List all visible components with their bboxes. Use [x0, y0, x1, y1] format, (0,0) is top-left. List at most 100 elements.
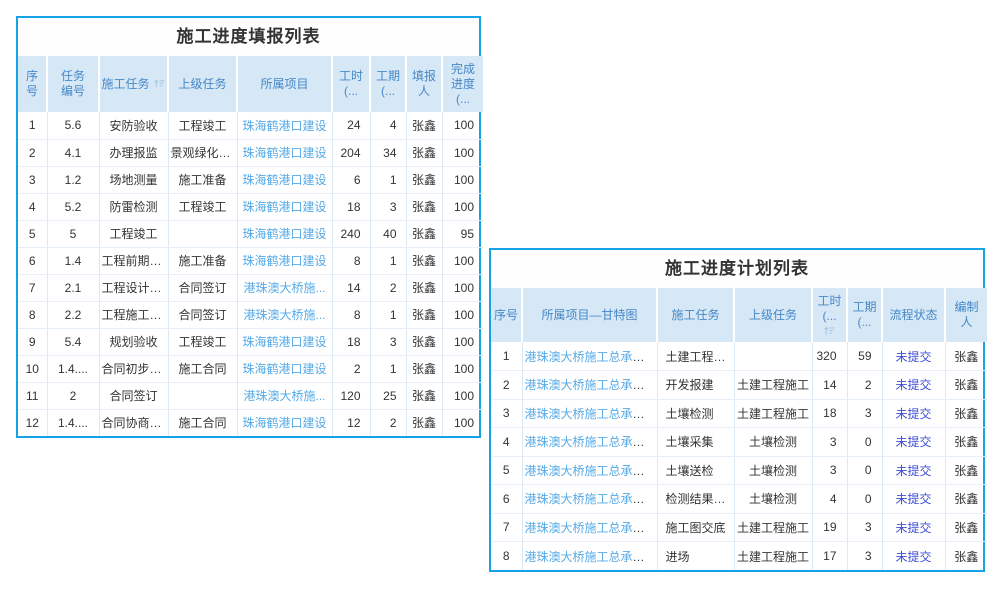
cell-parent-task: 工程竣工 [168, 112, 237, 139]
cell-status: 未提交 [882, 456, 945, 485]
cell-parent-task: 土建工程施工 [734, 513, 812, 542]
cell-progress: 100 [442, 355, 483, 382]
status-link[interactable]: 未提交 [895, 464, 931, 478]
cell-progress: 100 [442, 409, 483, 436]
cell-progress: 100 [442, 193, 483, 220]
cell-task: 场地测量 [99, 166, 168, 193]
cell-project-gantt: 港珠澳大桥施工总承包项目 [522, 513, 657, 542]
status-link[interactable]: 未提交 [895, 492, 931, 506]
cell-duration: 1 [370, 355, 406, 382]
project-link[interactable]: 珠海鹤港口建设 [242, 227, 326, 241]
cell-duration: 0 [847, 485, 882, 514]
project-link[interactable]: 珠海鹤港口建设 [242, 416, 326, 430]
cell-project: 珠海鹤港口建设 [237, 247, 332, 274]
column-header-task: 施工任务 [657, 288, 734, 342]
cell-author: 张鑫 [945, 371, 987, 400]
column-header-parent-task: 上级任务 [168, 56, 237, 112]
cell-status: 未提交 [882, 342, 945, 371]
cell-reporter: 张鑫 [406, 301, 442, 328]
header-row: 序 号任务 编号施工任务上级任务所属项目工时 (...工期 (...填报 人完成… [18, 56, 483, 112]
cell-project: 港珠澳大桥施... [237, 382, 332, 409]
project-link[interactable]: 港珠澳大桥施工总承包项目 [525, 550, 658, 564]
status-link[interactable]: 未提交 [895, 521, 931, 535]
cell-duration: 40 [370, 220, 406, 247]
column-header-reporter: 填报 人 [406, 56, 442, 112]
column-label: 序号 [494, 308, 518, 322]
sort-icon[interactable] [153, 78, 166, 89]
project-link[interactable]: 港珠澳大桥施工总承包项目 [525, 350, 658, 364]
project-link[interactable]: 珠海鹤港口建设 [242, 173, 326, 187]
project-link[interactable]: 港珠澳大桥施工总承包项目 [525, 464, 658, 478]
cell-project-gantt: 港珠澳大桥施工总承包项目 [522, 485, 657, 514]
cell-parent-task [168, 220, 237, 247]
project-link[interactable]: 港珠澳大桥施工总承包项目 [525, 521, 658, 535]
column-header-duration: 工期 (... [847, 288, 882, 342]
cell-project: 珠海鹤港口建设 [237, 355, 332, 382]
cell-hours: 19 [812, 513, 847, 542]
cell-task: 土壤送检 [657, 456, 734, 485]
cell-hours: 8 [332, 301, 370, 328]
sort-icon[interactable] [814, 325, 845, 336]
cell-task-no: 1.4.... [47, 409, 99, 436]
cell-task: 合同协商签订 [99, 409, 168, 436]
project-link[interactable]: 港珠澳大桥施... [243, 308, 325, 322]
cell-index: 7 [491, 513, 522, 542]
progress-plan-table: 序号所属项目—甘特图施工任务上级任务工时 (...工期 (...流程状态编制 人… [491, 288, 987, 570]
column-label: 完成 进度 (... [451, 62, 475, 106]
cell-index: 6 [18, 247, 47, 274]
column-label: 工期 (... [376, 69, 400, 98]
column-label: 填报 人 [412, 69, 436, 98]
cell-parent-task: 合同签订 [168, 301, 237, 328]
cell-duration: 25 [370, 382, 406, 409]
column-label: 工时 (... [339, 69, 363, 98]
cell-project: 港珠澳大桥施... [237, 301, 332, 328]
cell-progress: 100 [442, 301, 483, 328]
cell-parent-task [168, 382, 237, 409]
project-link[interactable]: 珠海鹤港口建设 [242, 200, 326, 214]
progress-plan-table-panel: 施工进度计划列表 序号所属项目—甘特图施工任务上级任务工时 (...工期 (..… [489, 248, 985, 572]
project-link[interactable]: 珠海鹤港口建设 [242, 119, 326, 133]
cell-duration: 34 [370, 139, 406, 166]
cell-reporter: 张鑫 [406, 247, 442, 274]
project-link[interactable]: 珠海鹤港口建设 [242, 254, 326, 268]
cell-hours: 18 [332, 328, 370, 355]
cell-parent-task: 施工合同 [168, 355, 237, 382]
status-link[interactable]: 未提交 [895, 350, 931, 364]
status-link[interactable]: 未提交 [895, 378, 931, 392]
column-header-hours[interactable]: 工时 (... [812, 288, 847, 342]
cell-duration: 0 [847, 428, 882, 457]
column-header-task[interactable]: 施工任务 [99, 56, 168, 112]
project-link[interactable]: 港珠澳大桥施工总承包项目 [525, 492, 658, 506]
project-link[interactable]: 港珠澳大桥施工总承包项目 [525, 435, 658, 449]
table-row: 6港珠澳大桥施工总承包项目检测结果存底土壤检测40未提交张鑫 [491, 485, 987, 514]
cell-duration: 4 [370, 112, 406, 139]
status-link[interactable]: 未提交 [895, 550, 931, 564]
cell-parent-task [734, 342, 812, 371]
cell-duration: 0 [847, 456, 882, 485]
cell-author: 张鑫 [945, 342, 987, 371]
cell-task-no: 5 [47, 220, 99, 247]
cell-index: 2 [18, 139, 47, 166]
cell-duration: 2 [370, 409, 406, 436]
cell-reporter: 张鑫 [406, 193, 442, 220]
table-row: 15.6安防验收工程竣工珠海鹤港口建设244张鑫100 [18, 112, 483, 139]
cell-index: 12 [18, 409, 47, 436]
column-label: 工期 (... [852, 300, 876, 329]
status-link[interactable]: 未提交 [895, 435, 931, 449]
project-link[interactable]: 港珠澳大桥施... [243, 389, 325, 403]
cell-index: 1 [18, 112, 47, 139]
cell-status: 未提交 [882, 371, 945, 400]
project-link[interactable]: 港珠澳大桥施... [243, 281, 325, 295]
project-link[interactable]: 珠海鹤港口建设 [242, 335, 326, 349]
project-link[interactable]: 港珠澳大桥施工总承包项目 [525, 407, 658, 421]
project-link[interactable]: 珠海鹤港口建设 [242, 362, 326, 376]
column-header-index: 序号 [491, 288, 522, 342]
table-row: 24.1办理报监景观绿化施工珠海鹤港口建设20434张鑫100 [18, 139, 483, 166]
table-row: 101.4....合同初步拟定施工合同珠海鹤港口建设21张鑫100 [18, 355, 483, 382]
column-label: 上级任务 [178, 77, 226, 91]
cell-task: 合同签订 [99, 382, 168, 409]
column-label: 工时 (... [817, 294, 841, 323]
project-link[interactable]: 珠海鹤港口建设 [242, 146, 326, 160]
project-link[interactable]: 港珠澳大桥施工总承包项目 [525, 378, 658, 392]
status-link[interactable]: 未提交 [895, 407, 931, 421]
